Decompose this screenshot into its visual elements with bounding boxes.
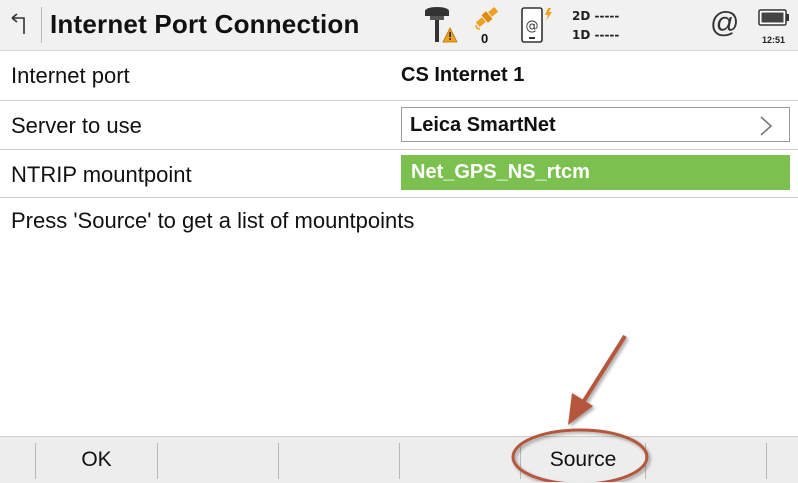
header-divider (41, 7, 42, 43)
mountpoint-label: NTRIP mountpoint (11, 162, 192, 187)
clock-time: 12:51 (762, 35, 786, 45)
row-ntrip-mountpoint: NTRIP mountpoint Net_GPS_NS_rtcm (0, 150, 798, 198)
softkey-2[interactable] (158, 437, 278, 483)
server-select[interactable]: Leica SmartNet (401, 107, 790, 142)
row-server: Server to use Leica SmartNet (0, 101, 798, 150)
hint-text: Press 'Source' to get a list of mountpoi… (11, 208, 415, 233)
ok-button[interactable]: OK (36, 437, 157, 483)
mountpoint-value: Net_GPS_NS_rtcm (411, 161, 590, 183)
server-select-value: Leica SmartNet (410, 114, 556, 136)
footer-divider (766, 443, 767, 479)
internet-port-label: Internet port (11, 63, 130, 88)
battery-icon[interactable] (758, 8, 792, 33)
softkey-6[interactable] (646, 437, 766, 483)
server-label: Server to use (11, 113, 142, 138)
device-connection-icon[interactable]: @ (519, 6, 559, 51)
annotation-arrow-shaft (580, 334, 627, 406)
chevron-right-icon (759, 115, 773, 142)
mountpoint-field[interactable]: Net_GPS_NS_rtcm (401, 155, 790, 190)
svg-text:@: @ (526, 19, 539, 34)
row-internet-port: Internet port CS Internet 1 (0, 51, 798, 101)
softkey-bar: OK Source (0, 436, 798, 483)
precision-1d: 1D ----- (572, 28, 620, 42)
precision-2d: 2D ----- (572, 9, 620, 23)
softkey-3[interactable] (279, 437, 399, 483)
softkey-4[interactable] (400, 437, 520, 483)
title-bar: Internet Port Connection 0 @ 2D ----- 1D… (0, 0, 798, 51)
annotation-arrow-head (568, 393, 593, 425)
back-arrow-icon[interactable] (6, 8, 36, 42)
satellite-count: 0 (481, 31, 489, 46)
gnss-antenna-warning-icon[interactable] (420, 4, 458, 51)
internet-at-icon[interactable]: @ (710, 7, 739, 40)
internet-port-value: CS Internet 1 (401, 64, 525, 86)
source-button[interactable]: Source (521, 437, 645, 483)
page-title: Internet Port Connection (50, 9, 360, 39)
